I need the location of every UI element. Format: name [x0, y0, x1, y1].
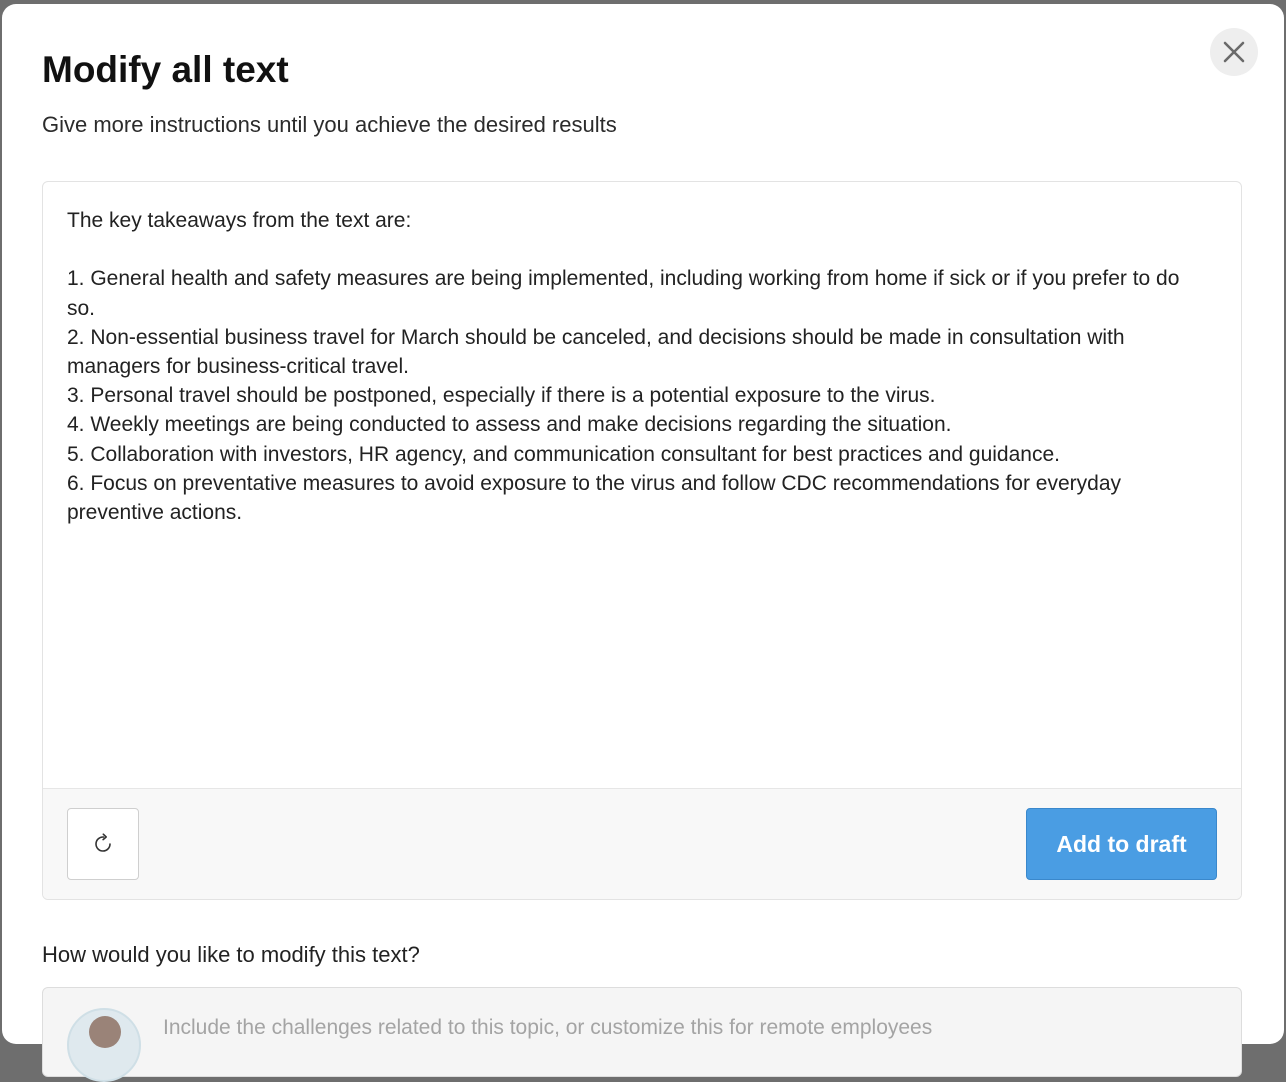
close-button[interactable] — [1210, 28, 1258, 76]
add-to-draft-button[interactable]: Add to draft — [1026, 808, 1217, 880]
dialog-subtitle: Give more instructions until you achieve… — [42, 112, 617, 137]
refresh-icon — [95, 833, 111, 852]
generated-text-card: The key takeaways from the text are: 1. … — [42, 181, 1242, 900]
close-icon — [1223, 41, 1245, 63]
regenerate-button[interactable] — [67, 808, 139, 880]
modify-instructions-input[interactable] — [163, 1010, 1223, 1046]
modify-prompt-box — [42, 987, 1242, 1082]
generated-text: The key takeaways from the text are: 1. … — [67, 209, 1180, 525]
modify-text-dialog: Modify all text Give more instructions u… — [2, 4, 1284, 1082]
avatar-figure — [89, 1016, 121, 1048]
avatar — [67, 1008, 141, 1082]
dialog-title: Modify all text — [42, 49, 289, 90]
modify-prompt-label: How would you like to modify this text? — [42, 942, 420, 967]
result-actions-bar: Add to draft — [43, 788, 1241, 899]
